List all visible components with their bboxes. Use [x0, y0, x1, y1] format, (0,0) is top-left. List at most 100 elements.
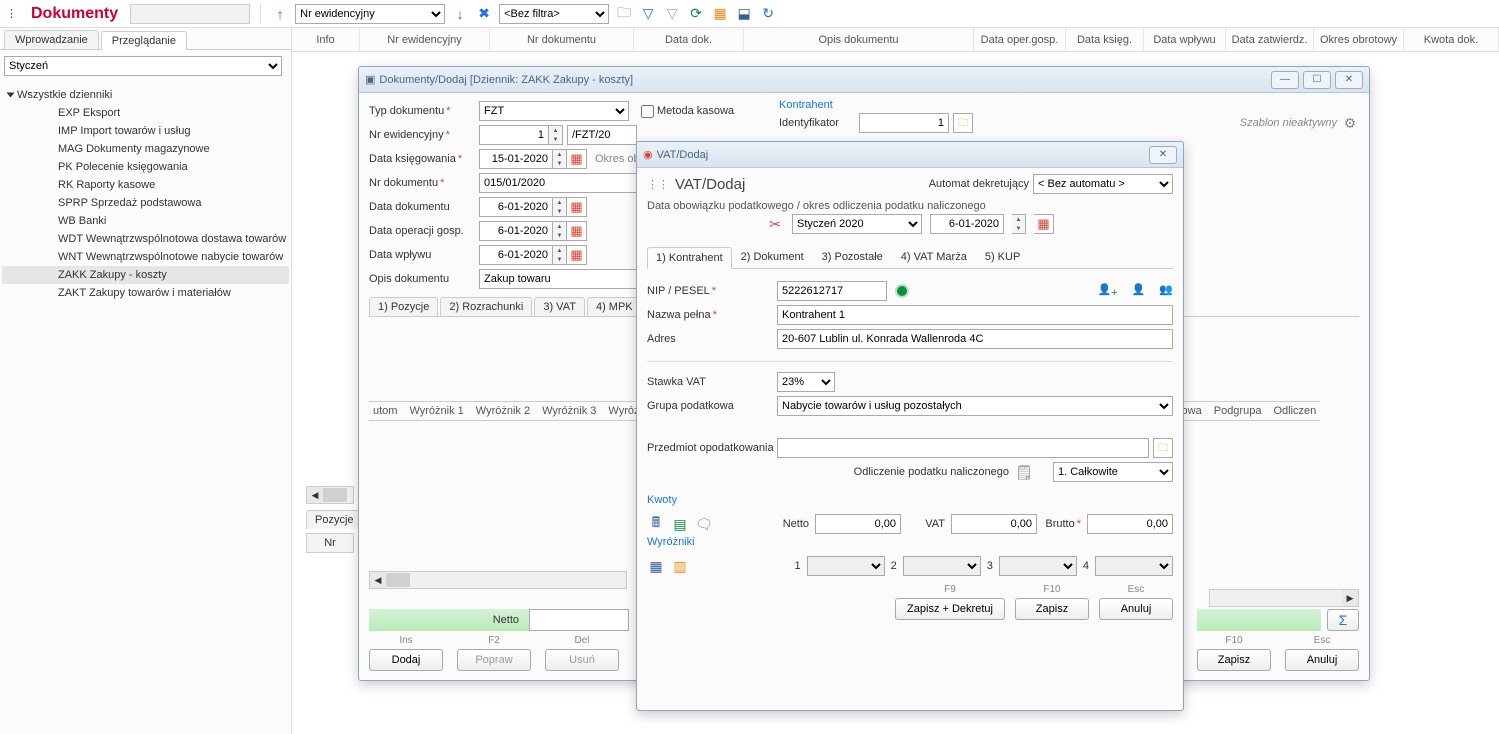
- okres-date[interactable]: [930, 214, 1004, 234]
- tree-item[interactable]: RK Raporty kasowe: [2, 176, 289, 194]
- download-icon[interactable]: ⬓: [735, 5, 753, 23]
- tree-root[interactable]: Wszystkie dzienniki: [2, 86, 289, 104]
- scissors-icon[interactable]: ✂: [766, 215, 784, 233]
- maximize-button[interactable]: ☐: [1303, 71, 1331, 89]
- scroll-right-arrow-icon[interactable]: ▶: [1342, 590, 1358, 606]
- tree-item-selected[interactable]: ZAKK Zakupy - koszty: [2, 266, 289, 284]
- tab-wprowadzanie[interactable]: Wprowadzanie: [4, 30, 99, 49]
- filter-pin-icon[interactable]: ✖: [475, 5, 493, 23]
- col-kwota[interactable]: Kwota dok.: [1404, 28, 1499, 51]
- tree-item[interactable]: ZAKT Zakupy towarów i materiałów: [2, 284, 289, 302]
- filter-combo[interactable]: <Bez filtra>: [499, 4, 609, 24]
- brutto-input[interactable]: [1087, 514, 1173, 534]
- tree-item[interactable]: WNT Wewnątrzwspólnotowe nabycie towarów: [2, 248, 289, 266]
- okres-combo[interactable]: Styczeń 2020: [792, 214, 922, 234]
- dodaj-button[interactable]: Dodaj: [369, 649, 443, 671]
- col-dataks[interactable]: Data księg.: [1066, 28, 1144, 51]
- nrdok-input[interactable]: [479, 173, 639, 193]
- sub-hscroll-right[interactable]: ▶: [1209, 589, 1359, 607]
- calendar-icon[interactable]: ▦: [567, 149, 587, 169]
- tab-mpk[interactable]: 4) MPK: [587, 297, 642, 316]
- stawka-combo[interactable]: 23%: [777, 372, 835, 392]
- usun-button[interactable]: Usuń: [545, 649, 619, 671]
- dlg-vat-titlebar[interactable]: ◉ VAT/Dodaj ✕: [637, 142, 1183, 168]
- calculator-icon[interactable]: 🖩: [647, 515, 665, 533]
- header-search[interactable]: [130, 4, 250, 24]
- tab-vatmarza[interactable]: 4) VAT Marża: [892, 246, 976, 268]
- lower-col-nr[interactable]: Nr: [306, 533, 354, 553]
- nrew-series[interactable]: [567, 125, 637, 145]
- folder-icon[interactable]: 🗀: [615, 5, 633, 23]
- tab-pozostale[interactable]: 3) Pozostałe: [813, 246, 892, 268]
- nazwa-input[interactable]: [777, 305, 1173, 325]
- adres-input[interactable]: [777, 329, 1173, 349]
- calendar-icon[interactable]: ▦: [567, 221, 587, 241]
- drag-handle-icon[interactable]: ⋮⋮: [647, 178, 669, 191]
- tab-vat[interactable]: 3) VAT: [534, 297, 585, 316]
- tree-item[interactable]: IMP Import towarów i usług: [2, 122, 289, 140]
- refresh-icon[interactable]: ⟳: [687, 5, 705, 23]
- sort-field-combo[interactable]: Nr ewidencyjny: [295, 4, 445, 24]
- vat-input[interactable]: [951, 514, 1037, 534]
- w4-combo[interactable]: [1095, 556, 1173, 576]
- col-datadok[interactable]: Data dok.: [634, 28, 744, 51]
- reload-icon[interactable]: ↻: [759, 5, 777, 23]
- funnel-clear-icon[interactable]: ▽: [663, 5, 681, 23]
- anuluj-button[interactable]: Anuluj: [1285, 649, 1359, 671]
- tree-item[interactable]: PK Polecenie księgowania: [2, 158, 289, 176]
- w3-combo[interactable]: [999, 556, 1077, 576]
- minimize-button[interactable]: —: [1271, 71, 1299, 89]
- arrow-up-icon[interactable]: ↑: [271, 5, 289, 23]
- przedmiot-input[interactable]: [777, 438, 1149, 458]
- tab-kontrahent[interactable]: 1) Kontrahent: [647, 247, 732, 269]
- calendar-icon[interactable]: ▦: [1034, 214, 1054, 234]
- datadok-spinner[interactable]: ▲▼: [553, 197, 567, 217]
- tree-item[interactable]: MAG Dokumenty magazynowe: [2, 140, 289, 158]
- odlicz-combo[interactable]: 1. Całkowite: [1053, 462, 1173, 482]
- nrew-no[interactable]: [479, 125, 549, 145]
- dataks-input[interactable]: [479, 149, 553, 169]
- zapisz-button[interactable]: Zapisz: [1015, 598, 1089, 620]
- tab-przegladanie[interactable]: Przeglądanie: [101, 31, 187, 50]
- col-dataz[interactable]: Data zatwierdz.: [1226, 28, 1314, 51]
- w2-combo[interactable]: [903, 556, 981, 576]
- grupa-combo[interactable]: Nabycie towarów i usług pozostałych: [777, 396, 1173, 416]
- grid-icon[interactable]: ▦: [711, 5, 729, 23]
- anuluj-button[interactable]: Anuluj: [1099, 598, 1173, 620]
- col-nrdok[interactable]: Nr dokumentu: [490, 28, 634, 51]
- calendar-icon[interactable]: ▦: [567, 197, 587, 217]
- funnel-icon[interactable]: ▽: [639, 5, 657, 23]
- close-button[interactable]: ✕: [1335, 71, 1363, 89]
- tree-item[interactable]: WB Banki: [2, 212, 289, 230]
- tree-item[interactable]: WDT Wewnątrzwspólnotowa dostawa towarów: [2, 230, 289, 248]
- w-icon2[interactable]: ▥: [671, 557, 689, 575]
- dataop-spinner[interactable]: ▲▼: [553, 221, 567, 241]
- popraw-button[interactable]: Popraw: [457, 649, 531, 671]
- tab-dokument[interactable]: 2) Dokument: [732, 246, 813, 268]
- automat-combo[interactable]: < Bez automatu >: [1033, 174, 1173, 194]
- tab-kup[interactable]: 5) KUP: [976, 246, 1029, 268]
- tab-rozrachunki[interactable]: 2) Rozrachunki: [440, 297, 532, 316]
- lower-tab-pozycje[interactable]: Pozycje: [306, 510, 363, 529]
- person-icon[interactable]: 👤: [1132, 283, 1146, 299]
- scroll-thumb[interactable]: [386, 573, 410, 587]
- dataks-spinner[interactable]: ▲▼: [553, 149, 567, 169]
- netto-input[interactable]: [815, 514, 901, 534]
- people-icon[interactable]: 👥: [1159, 283, 1173, 299]
- col-okres[interactable]: Okres obrotowy: [1314, 28, 1404, 51]
- calendar-icon[interactable]: ▦: [567, 245, 587, 265]
- metoda-checkbox[interactable]: Metoda kasowa: [641, 105, 734, 118]
- sigma-button[interactable]: Σ: [1327, 609, 1359, 631]
- ident-input[interactable]: [859, 113, 949, 133]
- zapisz-button[interactable]: Zapisz: [1197, 649, 1271, 671]
- opis-input[interactable]: [479, 269, 639, 289]
- dlg-doc-titlebar[interactable]: ▣ Dokumenty/Dodaj [Dziennik: ZAKK Zakupy…: [359, 67, 1369, 93]
- col-dataop[interactable]: Data oper.gosp.: [974, 28, 1066, 51]
- nrew-spinner[interactable]: ▲▼: [549, 125, 563, 145]
- datawp-input[interactable]: [479, 245, 553, 265]
- col-opis[interactable]: Opis dokumentu: [744, 28, 974, 51]
- tree-item[interactable]: EXP Eksport: [2, 104, 289, 122]
- w-icon1[interactable]: ▦: [647, 557, 665, 575]
- person-add-icon[interactable]: 👤+: [1097, 283, 1117, 299]
- sheet-icon[interactable]: ▤: [671, 515, 689, 533]
